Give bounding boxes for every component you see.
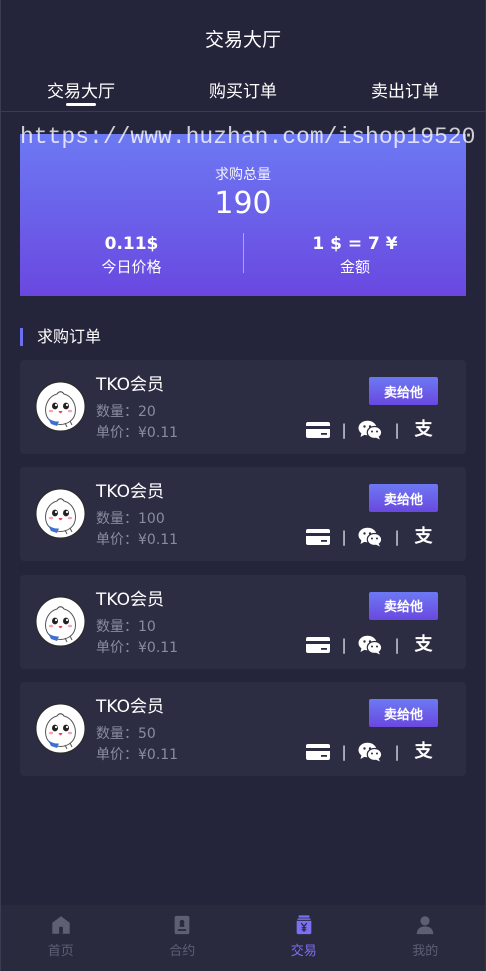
bottom-nav: 首页 合约 交易 我的 [0, 905, 486, 971]
total-demand-label: 求购总量 [215, 167, 271, 183]
sell-to-him-button[interactable]: 卖给他 [369, 484, 438, 513]
nav-label: 首页 [47, 944, 74, 959]
quantity-value: 50 [138, 726, 156, 743]
quantity-value: 100 [138, 511, 165, 528]
tab-label: 卖出订单 [371, 82, 439, 102]
payment-separator: | [341, 528, 347, 547]
avatar [35, 703, 86, 754]
order-card: TKO会员 数量：10 单价：¥0.11 卖给他 | | 支 [20, 574, 466, 669]
nav-item-contract[interactable]: 合约 [122, 905, 244, 971]
today-price-block: 0.11$ 今日价格 [20, 233, 243, 277]
payment-separator: | [341, 421, 347, 439]
contract-icon [174, 915, 190, 935]
order-title: TKO会员 [96, 589, 164, 610]
payment-methods: | | 支 [306, 527, 435, 547]
sell-to-him-button[interactable]: 卖给他 [369, 699, 438, 728]
price-value: ¥0.11 [138, 639, 179, 656]
price-label: 单价： [96, 747, 138, 764]
exchange-rate-block: 1 $ = 7 ¥ 金额 [244, 233, 466, 277]
wechat-pay-icon [358, 528, 382, 547]
payment-methods: | | 支 [306, 742, 435, 762]
alipay-icon: 支 [414, 419, 433, 440]
today-price-label: 今日价格 [101, 258, 162, 276]
order-quantity: 数量：100 [96, 510, 165, 528]
page-header: 交易大厅 [0, 0, 486, 76]
wechat-pay-icon [358, 742, 382, 762]
order-unit-price: 单价：¥0.11 [96, 639, 178, 657]
price-value: ¥0.11 [138, 747, 179, 764]
nav-label: 我的 [412, 944, 439, 959]
bank-card-icon [306, 422, 330, 438]
payment-methods: | | 支 [306, 420, 435, 440]
nav-item-mine[interactable]: 我的 [365, 905, 486, 971]
exchange-rate-label: 金额 [339, 258, 370, 276]
order-quantity: 数量：50 [96, 725, 156, 743]
avatar [35, 381, 86, 432]
active-tab-indicator [66, 103, 96, 106]
bank-card-icon [306, 636, 330, 653]
order-title: TKO会员 [96, 697, 164, 718]
trade-icon [296, 915, 312, 935]
order-title: TKO会员 [96, 375, 164, 395]
quantity-label: 数量： [96, 618, 138, 635]
order-unit-price: 单价：¥0.11 [96, 424, 178, 442]
user-icon [417, 916, 434, 935]
bank-card-icon [306, 529, 330, 546]
order-quantity: 数量：10 [96, 618, 156, 636]
order-card: TKO会员 数量：20 单价：¥0.11 卖给他 | | 支 [20, 360, 466, 454]
payment-separator: | [394, 743, 400, 762]
nav-label: 合约 [169, 944, 196, 959]
order-list: TKO会员 数量：20 单价：¥0.11 卖给他 | | 支 TKO会员 数量：… [20, 360, 466, 790]
tab-trading-hall[interactable]: 交易大厅 [0, 76, 162, 111]
price-value: ¥0.11 [138, 532, 179, 549]
wechat-pay-icon [358, 635, 382, 655]
exchange-rate-value: 1 $ = 7 ¥ [312, 234, 398, 254]
tab-buy-orders[interactable]: 购买订单 [162, 76, 324, 111]
section-title: 求购订单 [37, 327, 102, 346]
payment-separator: | [394, 528, 400, 547]
order-unit-price: 单价：¥0.11 [96, 531, 178, 549]
order-unit-price: 单价：¥0.11 [96, 746, 178, 764]
tab-bar: 交易大厅 购买订单 卖出订单 [0, 76, 486, 112]
avatar [35, 596, 86, 647]
price-value: ¥0.11 [138, 425, 179, 441]
tab-sell-orders[interactable]: 卖出订单 [324, 76, 486, 111]
section-accent-bar [20, 328, 23, 346]
quantity-value: 20 [138, 404, 156, 420]
tab-label: 交易大厅 [47, 82, 115, 102]
quantity-value: 10 [138, 618, 156, 635]
order-quantity: 数量：20 [96, 403, 156, 421]
home-icon [52, 916, 70, 934]
payment-separator: | [394, 635, 400, 654]
total-demand-value: 190 [214, 186, 272, 221]
order-card: TKO会员 数量：50 单价：¥0.11 卖给他 | | 支 [20, 682, 466, 777]
bank-card-icon [306, 744, 330, 761]
order-card: TKO会员 数量：100 单价：¥0.11 卖给他 | | 支 [20, 467, 466, 562]
sell-to-him-button[interactable]: 卖给他 [369, 377, 438, 405]
payment-separator: | [341, 743, 347, 762]
nav-label: 交易 [290, 944, 317, 959]
wechat-pay-icon [358, 420, 382, 440]
today-price-value: 0.11$ [104, 234, 159, 254]
alipay-icon: 支 [414, 633, 433, 655]
payment-methods: | | 支 [306, 633, 435, 655]
price-label: 单价： [96, 532, 138, 549]
summary-card: 求购总量 190 0.11$ 今日价格 1 $ = 7 ¥ 金额 [20, 134, 466, 296]
nav-item-trade[interactable]: 交易 [243, 905, 365, 971]
alipay-icon: 支 [414, 526, 433, 548]
quantity-label: 数量： [96, 511, 138, 528]
nav-item-home[interactable]: 首页 [0, 905, 122, 971]
alipay-icon: 支 [414, 741, 433, 763]
payment-separator: | [341, 635, 347, 654]
price-label: 单价： [96, 639, 138, 656]
sell-to-him-button[interactable]: 卖给他 [369, 591, 438, 620]
page-title: 交易大厅 [204, 28, 281, 51]
payment-separator: | [394, 421, 400, 439]
quantity-label: 数量： [96, 404, 138, 420]
quantity-label: 数量： [96, 726, 138, 743]
avatar [35, 488, 86, 540]
price-label: 单价： [96, 425, 138, 441]
order-title: TKO会员 [96, 482, 164, 503]
tab-label: 购买订单 [209, 82, 277, 102]
